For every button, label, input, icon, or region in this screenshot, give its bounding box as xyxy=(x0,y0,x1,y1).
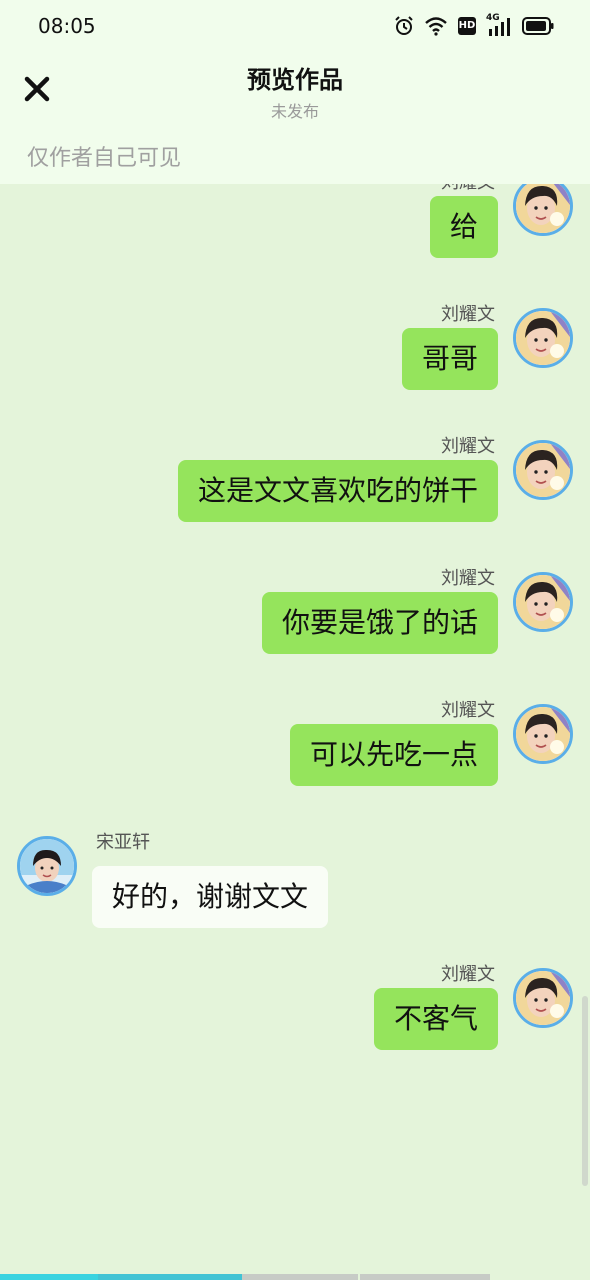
sender-name: 刘耀文 xyxy=(441,964,495,985)
message-row: 宋亚轩 好的，谢谢文文 xyxy=(0,832,590,936)
status-time: 08:05 xyxy=(38,14,96,38)
message-bubble[interactable]: 哥哥 xyxy=(401,328,498,390)
message-row: 刘耀文 不客气 xyxy=(0,964,590,1058)
cellular-signal-icon: 4G xyxy=(486,13,512,36)
alarm-icon xyxy=(395,16,413,35)
playback-progress[interactable] xyxy=(0,1274,590,1280)
publish-status: 未发布 xyxy=(270,102,319,121)
avatar[interactable] xyxy=(513,968,573,1028)
message-row: 刘耀文 哥哥 xyxy=(0,304,590,398)
progress-segment-active xyxy=(98,1274,242,1280)
top-bar: 08:05 HD 4G 预览作品 未发布 仅作者自己可见 xyxy=(0,0,590,184)
message-bubble[interactable]: 不客气 xyxy=(373,988,498,1050)
sender-name: 刘耀文 xyxy=(441,184,495,194)
message-row: 刘耀文 可以先吃一点 xyxy=(0,700,590,794)
scrollbar[interactable] xyxy=(582,996,588,1186)
message-row: 刘耀文 你要是饿了的话 xyxy=(0,568,590,662)
wifi-icon xyxy=(425,17,447,36)
hd-icon: HD xyxy=(458,17,476,35)
avatar[interactable] xyxy=(513,440,573,500)
message-row: 刘耀文 给 xyxy=(0,184,590,266)
sender-name: 刘耀文 xyxy=(441,568,495,589)
hd-label: HD xyxy=(458,20,476,31)
visibility-note: 仅作者自己可见 xyxy=(27,146,182,171)
message-bubble[interactable]: 这是文文喜欢吃的饼干 xyxy=(177,460,498,522)
progress-segment-pending xyxy=(360,1274,490,1280)
avatar[interactable] xyxy=(513,184,573,236)
status-icons: HD 4G xyxy=(394,13,554,38)
avatar[interactable] xyxy=(513,572,573,632)
sender-name: 刘耀文 xyxy=(441,304,495,325)
chat-area[interactable]: 刘耀文 给 刘耀文 哥哥 xyxy=(0,184,590,1280)
sender-name: 宋亚轩 xyxy=(96,832,150,853)
sender-name: 刘耀文 xyxy=(441,700,495,721)
progress-segment-pending xyxy=(242,1274,358,1280)
avatar[interactable] xyxy=(513,308,573,368)
progress-segment-done xyxy=(0,1274,98,1280)
avatar[interactable] xyxy=(17,836,77,896)
message-row: 刘耀文 这是文文喜欢吃的饼干 xyxy=(0,436,590,530)
page-title: 预览作品 xyxy=(247,66,343,94)
message-bubble[interactable]: 好的，谢谢文文 xyxy=(92,866,329,928)
message-bubble[interactable]: 可以先吃一点 xyxy=(289,724,498,786)
avatar[interactable] xyxy=(513,704,573,764)
message-bubble[interactable]: 给 xyxy=(429,196,498,258)
battery-icon xyxy=(522,17,554,35)
message-bubble[interactable]: 你要是饿了的话 xyxy=(261,592,498,654)
sender-name: 刘耀文 xyxy=(441,436,495,457)
